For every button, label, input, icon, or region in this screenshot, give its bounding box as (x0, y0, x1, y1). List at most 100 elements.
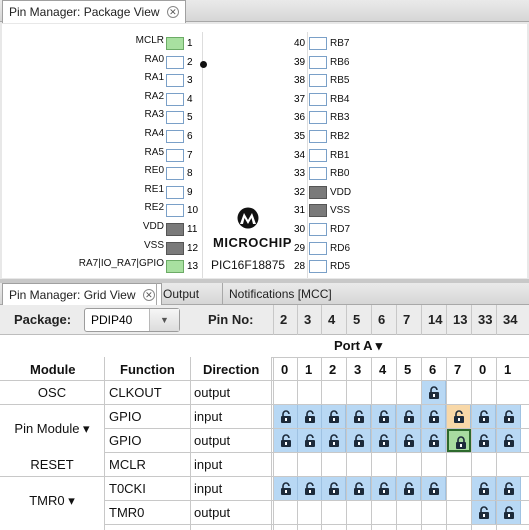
pin-number: 28 (294, 261, 306, 273)
lock-icon[interactable] (347, 405, 371, 428)
left-pin-label: RA4 (144, 128, 164, 139)
lock-icon[interactable] (347, 477, 371, 500)
lock-icon[interactable] (298, 429, 322, 452)
package-select-value: PDIP40 (91, 313, 133, 327)
pin-box[interactable] (166, 167, 184, 181)
column-divider (396, 305, 397, 335)
lock-icon[interactable] (372, 477, 396, 500)
pin-box[interactable] (166, 204, 184, 218)
lock-icon[interactable] (274, 429, 298, 452)
lock-icon[interactable] (472, 501, 496, 524)
pin-number: 32 (294, 186, 306, 198)
left-pin-label: VSS (143, 239, 164, 251)
lock-icon[interactable] (497, 477, 521, 500)
module-cell[interactable]: TMR0 ▾ (0, 493, 104, 509)
tab-output[interactable]: Output (156, 283, 205, 305)
lock-icon[interactable] (447, 405, 471, 428)
lock-icon[interactable] (472, 405, 496, 428)
lock-icon[interactable] (497, 405, 521, 428)
lock-icon[interactable] (397, 429, 421, 452)
lock-icon[interactable] (372, 429, 396, 452)
pin-number: 37 (294, 93, 306, 105)
lock-icon[interactable] (347, 429, 371, 452)
pin-number: 29 (294, 242, 306, 254)
pin-box[interactable] (309, 223, 327, 236)
lock-icon[interactable] (274, 405, 298, 428)
bit-number: 0 (479, 362, 487, 377)
pin-box[interactable] (166, 111, 184, 125)
lock-icon[interactable] (497, 501, 521, 524)
pin-box[interactable] (309, 130, 327, 143)
port-a-header[interactable]: Port A ▾ (334, 338, 382, 354)
pin-box[interactable] (166, 55, 184, 69)
lock-icon[interactable] (298, 477, 322, 500)
pin-box[interactable] (166, 185, 184, 199)
lock-icon[interactable] (472, 477, 496, 500)
lock-icon[interactable] (274, 477, 298, 500)
pin-box[interactable] (166, 223, 184, 236)
lock-icon[interactable] (397, 405, 421, 428)
pin-box[interactable] (309, 148, 327, 162)
tab-grid-view[interactable]: Pin Manager: Grid View ✕ (2, 283, 162, 306)
lock-icon[interactable] (497, 429, 521, 452)
pin-box[interactable] (309, 55, 327, 69)
lock-icon[interactable] (372, 405, 396, 428)
pin-box[interactable] (166, 241, 184, 255)
lock-icon[interactable] (322, 429, 346, 452)
lock-icon[interactable] (422, 429, 446, 452)
pin-box[interactable] (166, 260, 184, 274)
pin-box[interactable] (309, 204, 327, 218)
pin-box[interactable] (309, 241, 327, 255)
lock-icon[interactable] (397, 477, 421, 500)
package-select[interactable]: PDIP40 ▼ (84, 308, 180, 332)
pin-box[interactable] (166, 148, 184, 162)
right-pin-label: RD5 (330, 261, 351, 273)
close-icon[interactable]: ✕ (142, 289, 155, 301)
grid-line (271, 357, 272, 530)
pin-number: 6 (187, 131, 193, 142)
lock-icon[interactable] (422, 381, 446, 404)
pin-grid: Port A ▾ Module Function Direction 0 1 2 3 4… (0, 335, 529, 530)
grid-toolbar: Package: PDIP40 ▼ Pin No: 2 3 4 5 6 7 14 13 33 34 (0, 305, 529, 335)
left-pin-label: RA1 (144, 72, 164, 84)
pin-number: 7 (187, 149, 193, 161)
module-cell[interactable]: OSC (0, 385, 104, 400)
module-cell[interactable]: RESET (0, 457, 104, 472)
pin-number: 9 (187, 186, 193, 198)
bottom-tab-bar: Pin Manager: Grid View ✕ Output Notifica… (0, 283, 529, 306)
chevron-down-icon[interactable]: ▼ (149, 309, 179, 331)
tab-notifications[interactable]: Notifications [MCC] (222, 283, 338, 305)
bit-number: 1 (504, 362, 512, 377)
lock-icon[interactable] (322, 477, 346, 500)
pin-box[interactable] (309, 167, 327, 181)
lock-icon[interactable] (322, 405, 346, 428)
pin-number: 36 (294, 112, 306, 124)
pin-box[interactable] (309, 74, 327, 88)
pin-box[interactable] (166, 74, 184, 88)
module-cell[interactable]: Pin Module ▾ (0, 421, 104, 437)
bit-number: 1 (305, 362, 313, 377)
lock-icon[interactable] (447, 429, 471, 452)
pin-number: 13 (187, 261, 199, 273)
tab-package-view[interactable]: Pin Manager: Package View ✕ (2, 0, 186, 23)
lock-icon[interactable] (422, 477, 446, 500)
pin-box[interactable] (309, 92, 327, 106)
bit-number: 6 (429, 362, 437, 377)
pin-number: 12 (187, 242, 199, 254)
lock-icon[interactable] (472, 429, 496, 452)
right-pin-label: RB7 (330, 38, 350, 49)
pin-box[interactable] (166, 92, 184, 106)
pin-number: 3 (187, 75, 193, 87)
pin-box[interactable] (166, 130, 184, 143)
tab-package-view-label: Pin Manager: Package View (9, 5, 160, 19)
close-icon[interactable]: ✕ (166, 6, 179, 18)
left-pin-label: VDD (142, 221, 164, 232)
pin-box[interactable] (309, 37, 327, 50)
lock-icon[interactable] (298, 405, 322, 428)
pin-box[interactable] (309, 111, 327, 125)
pin-box[interactable] (309, 260, 327, 274)
lock-icon[interactable] (422, 405, 446, 428)
pin-box[interactable] (309, 185, 327, 199)
pin-box[interactable] (166, 37, 184, 50)
bit-number: 2 (329, 362, 337, 377)
